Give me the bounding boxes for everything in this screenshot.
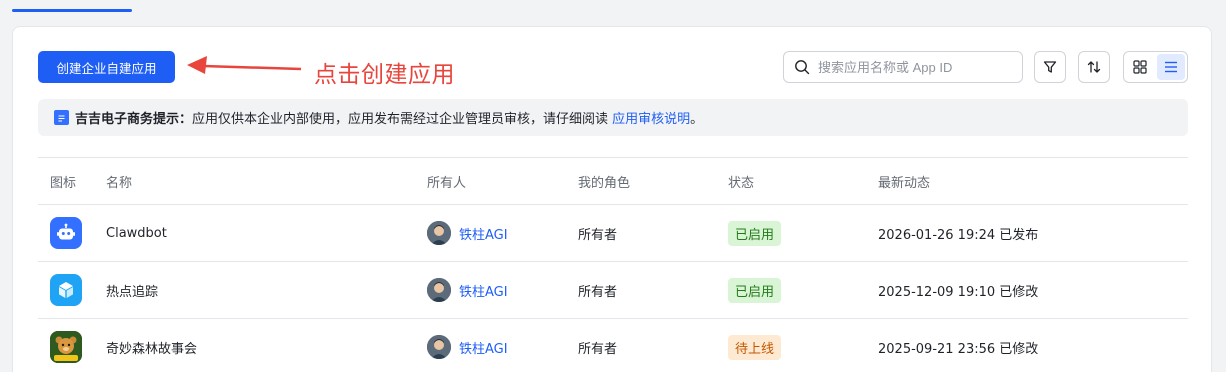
header-name: 名称 <box>106 175 133 191</box>
header-latest: 最新动态 <box>878 175 931 191</box>
role-text: 所有者 <box>578 284 618 300</box>
cube-icon <box>50 274 82 306</box>
app-table: 图标 名称 所有人 我的角色 状态 最新动态 Clawdbot 铁柱AGI 所有… <box>38 157 1188 372</box>
notice-end: 。 <box>690 112 704 127</box>
table-row[interactable]: 热点追踪 铁柱AGI 所有者 已启用 2025-12-09 19:10 已修改 <box>38 261 1188 318</box>
notice-text: 应用仅供本企业内部使用，应用发布需经过企业管理员审核，请仔细阅读 <box>192 112 613 127</box>
notice-document-icon <box>54 110 69 125</box>
latest-activity: 2026-01-26 19:24 已发布 <box>878 227 1039 243</box>
arrow-annotation-icon <box>187 56 302 74</box>
avatar <box>427 221 451 245</box>
owner-link[interactable]: 铁柱AGI <box>459 224 508 243</box>
filter-button[interactable] <box>1034 51 1066 83</box>
search-input[interactable] <box>818 59 1008 75</box>
table-row[interactable]: 奇妙森林故事会 铁柱AGI 所有者 待上线 2025-09-21 23:56 已… <box>38 318 1188 372</box>
list-view-button[interactable] <box>1156 54 1185 80</box>
create-app-button[interactable]: 创建企业自建应用 <box>38 51 175 83</box>
owner-link[interactable]: 铁柱AGI <box>459 338 508 357</box>
search-icon <box>795 60 810 75</box>
active-tab-indicator <box>12 9 132 12</box>
status-badge: 待上线 <box>728 334 782 360</box>
latest-activity: 2025-12-09 19:10 已修改 <box>878 284 1039 300</box>
app-name[interactable]: 热点追踪 <box>106 262 158 318</box>
role-text: 所有者 <box>578 341 618 357</box>
avatar <box>427 278 451 302</box>
role-text: 所有者 <box>578 227 618 243</box>
app-name[interactable]: Clawdbot <box>106 205 167 261</box>
header-owner: 所有人 <box>427 175 467 191</box>
status-badge: 已启用 <box>728 277 782 303</box>
latest-activity: 2025-09-21 23:56 已修改 <box>878 341 1039 357</box>
owner-link[interactable]: 铁柱AGI <box>459 281 508 300</box>
app-list-card: 创建企业自建应用 点击创建应用 搜索应用名称或 App ID 吉吉电子商务提示：… <box>12 26 1212 372</box>
header-icon: 图标 <box>50 175 77 191</box>
table-row[interactable]: Clawdbot 铁柱AGI 所有者 已启用 2026-01-26 19:24 … <box>38 204 1188 261</box>
sort-icon <box>1087 61 1101 73</box>
notice-title: 吉吉电子商务提示： <box>75 112 193 127</box>
app-name[interactable]: 奇妙森林故事会 <box>106 319 197 372</box>
avatar <box>427 335 451 359</box>
search-box[interactable] <box>783 51 1023 83</box>
view-toggle <box>1123 51 1188 83</box>
annotation-text: 点击创建应用 <box>314 62 455 88</box>
table-header: 图标 名称 所有人 我的角色 状态 最新动态 <box>38 157 1188 204</box>
sort-button[interactable] <box>1078 51 1110 83</box>
filter-icon <box>1043 61 1057 73</box>
notice-banner: 吉吉电子商务提示： 应用仅供本企业内部使用，应用发布需经过企业管理员审核，请仔细… <box>38 99 1188 136</box>
header-status: 状态 <box>728 175 755 191</box>
review-guide-link[interactable]: 应用审核说明 <box>612 108 690 127</box>
bear-forest-icon <box>50 331 82 363</box>
robot-icon <box>50 217 82 249</box>
header-role: 我的角色 <box>578 175 631 191</box>
grid-view-button[interactable] <box>1126 54 1155 80</box>
grid-icon <box>1133 60 1147 74</box>
status-badge: 已启用 <box>728 220 782 246</box>
list-icon <box>1164 61 1177 73</box>
